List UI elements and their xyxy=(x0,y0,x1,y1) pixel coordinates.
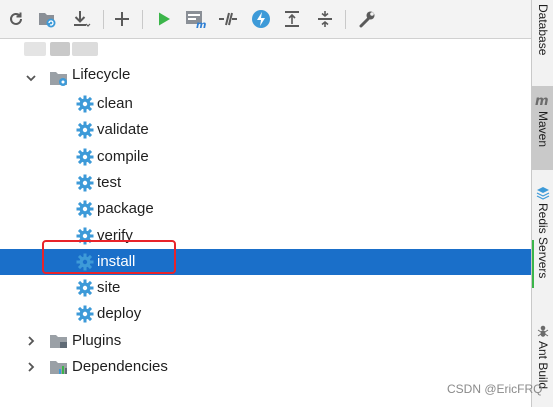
tool-tab-redis-servers[interactable]: Redis Servers xyxy=(532,186,553,296)
refresh-icon xyxy=(10,12,22,25)
obscured-project-name xyxy=(50,42,70,56)
expand-icon xyxy=(285,11,299,27)
watermark: CSDN @EricFRQ xyxy=(447,382,543,396)
toggle-offline-mode-button[interactable] xyxy=(217,8,239,30)
folder-refresh-icon xyxy=(39,13,56,28)
maven-projects-tree: Lifecycle clean validate compile test packag… xyxy=(0,39,531,407)
tree-node-plugins[interactable]: Plugins xyxy=(0,328,531,354)
maven-toolbar: m xyxy=(0,0,531,39)
toolbar-separator xyxy=(345,10,346,29)
dependencies-folder-icon xyxy=(50,361,67,374)
gear-icon xyxy=(76,121,94,139)
goal-label: site xyxy=(97,279,121,297)
plugins-folder-icon xyxy=(50,335,67,348)
download-icon xyxy=(74,11,91,27)
goal-label: clean xyxy=(97,95,133,112)
wrench-icon xyxy=(359,11,375,28)
lifecycle-goal-row[interactable]: package xyxy=(0,196,531,222)
gear-icon xyxy=(76,95,94,113)
chevron-right-icon[interactable] xyxy=(24,334,38,348)
gear-icon xyxy=(76,253,94,271)
chevron-down-icon[interactable] xyxy=(24,71,38,85)
gear-icon xyxy=(76,279,94,297)
goal-label: deploy xyxy=(97,305,142,323)
gear-icon xyxy=(76,174,94,192)
tool-tab-database[interactable]: Database xyxy=(532,4,553,74)
show-dependencies-button[interactable] xyxy=(281,8,303,30)
goal-label: package xyxy=(97,200,154,218)
lifecycle-goal-row[interactable]: deploy xyxy=(0,301,531,327)
download-sources-button[interactable] xyxy=(70,8,92,30)
obscured-project-name xyxy=(72,42,98,56)
execute-maven-goal-button[interactable]: m xyxy=(185,8,207,30)
maven-goal-icon: m xyxy=(186,11,206,29)
tool-tab-label: Redis Servers xyxy=(536,203,550,279)
skip-tests-button[interactable] xyxy=(250,8,272,30)
goal-label: compile xyxy=(97,147,149,165)
project-row[interactable] xyxy=(0,39,531,65)
ant-icon xyxy=(537,325,549,337)
maven-icon: m xyxy=(535,94,549,108)
maven-settings-button[interactable] xyxy=(356,8,378,30)
goal-label: validate xyxy=(97,121,149,139)
gear-icon xyxy=(76,148,94,166)
lifecycle-goal-row[interactable]: clean xyxy=(0,91,531,117)
tool-tab-maven[interactable]: m Maven xyxy=(532,86,553,170)
gear-icon xyxy=(76,305,94,323)
toolbar-separator xyxy=(142,10,143,29)
goal-label: verify xyxy=(97,226,133,244)
lifecycle-goal-row[interactable]: site xyxy=(0,275,531,301)
chevron-right-icon[interactable] xyxy=(24,360,38,374)
tool-window-strip: Database m Maven Redis Servers Ant Build xyxy=(531,0,553,407)
plus-icon xyxy=(115,12,129,26)
gear-icon xyxy=(76,200,94,218)
reload-all-projects-button[interactable] xyxy=(5,8,27,30)
lifecycle-goal-row[interactable]: install xyxy=(0,248,531,275)
collapse-all-button[interactable] xyxy=(314,8,336,30)
lifecycle-goal-row[interactable]: compile xyxy=(0,144,531,170)
tree-node-label: Plugins xyxy=(72,332,122,349)
redis-icon xyxy=(536,187,550,200)
svg-text:m: m xyxy=(196,20,206,29)
tree-node-lifecycle[interactable]: Lifecycle xyxy=(0,65,531,91)
lifecycle-folder-icon xyxy=(50,72,67,86)
redis-status-indicator xyxy=(532,240,534,288)
play-icon xyxy=(159,12,170,26)
obscured-project-name xyxy=(24,42,46,56)
tree-node-label: Lifecycle xyxy=(72,66,131,83)
reimport-folder-button[interactable] xyxy=(36,8,58,30)
add-maven-project-button[interactable] xyxy=(111,8,133,30)
tree-node-label: Dependencies xyxy=(72,358,168,375)
svg-text:m: m xyxy=(535,94,549,108)
lifecycle-goal-row[interactable]: verify xyxy=(0,223,531,249)
lifecycle-goal-row[interactable]: validate xyxy=(0,117,531,143)
lifecycle-goal-row[interactable]: test xyxy=(0,170,531,196)
goal-label: install xyxy=(97,252,136,270)
run-maven-build-button[interactable] xyxy=(153,8,175,30)
tool-tab-label: Maven xyxy=(536,111,550,148)
lightning-icon xyxy=(252,10,270,28)
collapse-icon xyxy=(318,11,332,27)
gear-icon xyxy=(76,227,94,244)
tool-tab-label: Database xyxy=(536,4,550,56)
goal-label: test xyxy=(97,173,122,191)
toolbar-separator xyxy=(103,10,104,29)
tree-node-dependencies[interactable]: Dependencies xyxy=(0,354,531,380)
offline-icon xyxy=(219,12,237,26)
